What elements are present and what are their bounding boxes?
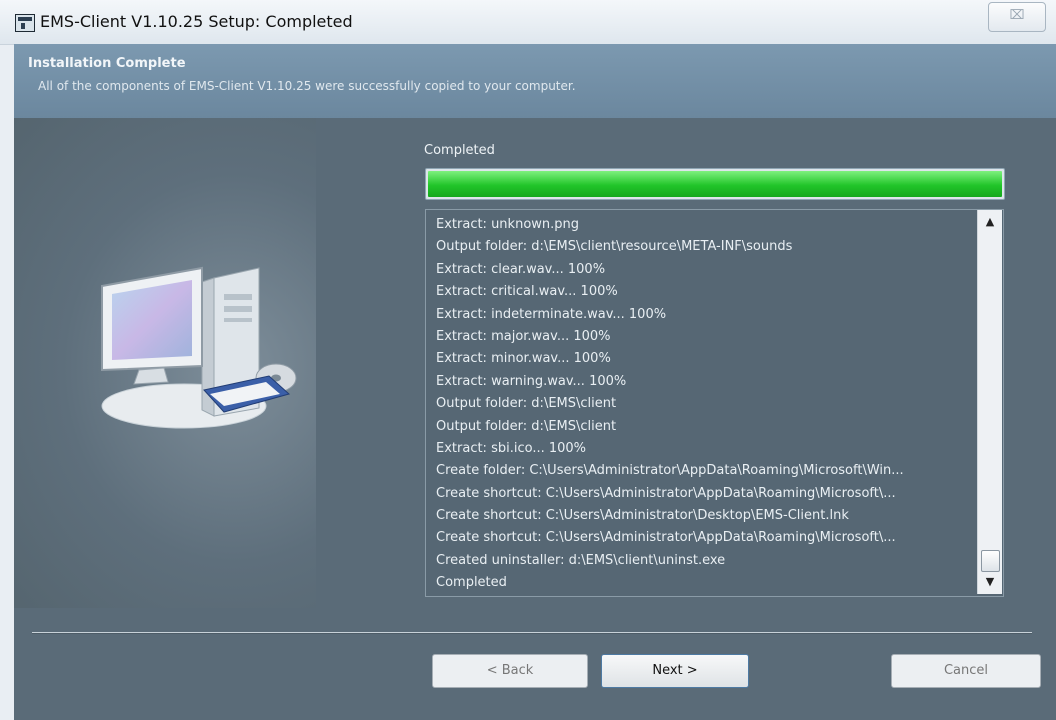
log-line: Extract: critical.wav... 100% <box>436 284 618 300</box>
log-line: Output folder: d:\EMS\client <box>436 396 617 412</box>
window-title: EMS-Client V1.10.25 Setup: Completed <box>40 12 353 31</box>
close-button[interactable]: ⌧ <box>988 2 1046 32</box>
log-line: Extract: unknown.png <box>436 217 580 232</box>
computer-install-icon <box>101 266 297 429</box>
side-illustration-panel <box>14 118 316 608</box>
scroll-down-icon[interactable]: ▼ <box>978 572 1002 592</box>
log-line: Output folder: d:\EMS\client <box>436 418 617 434</box>
log-line: Extract: indeterminate.wav... 100% <box>436 306 667 322</box>
log-line: Output folder: d:\EMS\client\resource\ME… <box>436 239 793 255</box>
progress-bar <box>425 168 1005 200</box>
log-line: Create shortcut: C:\Users\Administrator\… <box>436 530 896 546</box>
log-scrollbar[interactable]: ▲ ▼ <box>977 210 1002 594</box>
back-button[interactable]: < Back <box>432 654 588 688</box>
scroll-thumb[interactable] <box>981 550 1000 572</box>
log-line: Extract: clear.wav... 100% <box>436 261 606 277</box>
log-line: Extract: major.wav... 100% <box>436 328 611 344</box>
header-title: Installation Complete <box>28 56 186 71</box>
next-button[interactable]: Next > <box>601 654 749 688</box>
status-label: Completed <box>424 143 495 158</box>
footer-divider <box>32 632 1032 634</box>
scroll-up-icon[interactable]: ▲ <box>978 212 1002 232</box>
log-line: Completed <box>436 575 507 591</box>
log-line: Extract: warning.wav... 100% <box>436 373 627 389</box>
setup-window: EMS-Client V1.10.25 Setup: Completed ⌧ I… <box>0 0 1056 720</box>
main-panel: Completed Extract: unknown.png Output fol… <box>14 118 1056 720</box>
cancel-button[interactable]: Cancel <box>891 654 1041 688</box>
title-bar[interactable]: EMS-Client V1.10.25 Setup: Completed ⌧ <box>0 0 1056 45</box>
log-line: Created uninstaller: d:\EMS\client\unins… <box>436 552 726 568</box>
app-icon <box>15 14 35 32</box>
log-lines: Extract: unknown.png Output folder: d:\EM… <box>436 214 966 595</box>
header-subtitle: All of the components of EMS-Client V1.1… <box>38 79 576 93</box>
log-line: Create folder: C:\Users\Administrator\Ap… <box>436 463 904 479</box>
log-line: Extract: sbi.ico... 100% <box>436 440 587 456</box>
log-line: Create shortcut: C:\Users\Administrator\… <box>436 508 849 524</box>
log-line: Extract: minor.wav... 100% <box>436 351 611 367</box>
header-banner: Installation Complete All of the compone… <box>14 44 1056 119</box>
progress-fill <box>428 171 1002 197</box>
install-log[interactable]: Extract: unknown.png Output folder: d:\EM… <box>425 209 1004 597</box>
log-line: Create shortcut: C:\Users\Administrator\… <box>436 485 896 501</box>
